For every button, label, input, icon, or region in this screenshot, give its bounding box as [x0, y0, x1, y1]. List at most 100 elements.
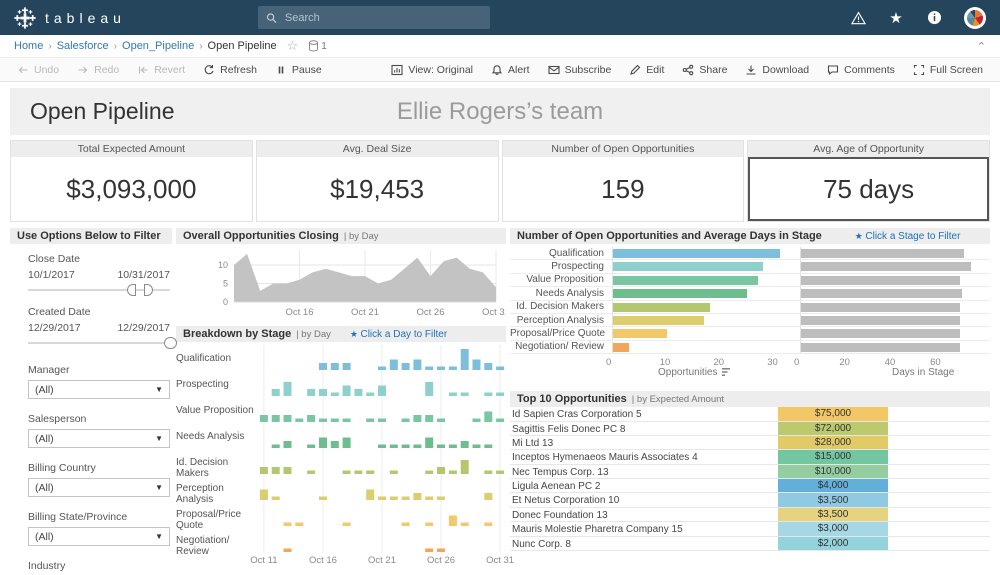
breakdown-bar[interactable]: [343, 386, 351, 397]
toolbar-subscribe-button[interactable]: Subscribe: [541, 61, 619, 79]
breakdown-bar[interactable]: [378, 419, 386, 423]
breakdown-bar[interactable]: [319, 438, 327, 449]
toolbar-edit-button[interactable]: Edit: [622, 61, 671, 79]
kpi-card-avg-age-of-opportunity[interactable]: Avg. Age of Opportunity 75 days: [747, 140, 990, 222]
expected-amount-cell[interactable]: $72,000: [778, 422, 888, 435]
breakdown-bar[interactable]: [461, 460, 469, 474]
top10-row[interactable]: Ligula Aenean PC 2 $4,000: [510, 479, 990, 493]
opportunities-bar[interactable]: [613, 316, 704, 325]
breakdown-bar[interactable]: [402, 419, 410, 423]
alerts-triangle-icon[interactable]: [850, 10, 866, 26]
breakdown-bar[interactable]: [449, 471, 457, 475]
breakdown-bar[interactable]: [461, 349, 469, 370]
breakdown-bar[interactable]: [425, 523, 433, 527]
days-in-stage-bar[interactable]: [801, 329, 960, 338]
breakdown-bar[interactable]: [284, 549, 292, 553]
breakdown-bar[interactable]: [484, 523, 492, 527]
opportunities-bar[interactable]: [613, 303, 710, 312]
kpi-card-number-of-open-opportunities[interactable]: Number of Open Opportunities 159: [502, 140, 745, 222]
breakdown-bar[interactable]: [402, 363, 410, 370]
breakdown-bar[interactable]: [331, 441, 339, 448]
breakdown-bar[interactable]: [366, 393, 374, 397]
breakdown-bar[interactable]: [390, 360, 398, 371]
salesperson-dropdown[interactable]: (All) ▼: [28, 429, 170, 448]
breakdown-bar[interactable]: [307, 389, 315, 396]
breakdown-bar[interactable]: [473, 360, 481, 371]
breakdown-bar[interactable]: [437, 419, 445, 423]
breakdown-bar[interactable]: [390, 445, 398, 449]
breadcrumb-link-salesforce[interactable]: Salesforce: [57, 40, 109, 52]
opportunities-bar[interactable]: [613, 276, 758, 285]
breakdown-bar[interactable]: [343, 438, 351, 449]
breakdown-bar[interactable]: [354, 389, 362, 396]
breakdown-bar[interactable]: [284, 382, 292, 396]
search-box[interactable]: [258, 6, 490, 29]
breakdown-bar[interactable]: [331, 419, 339, 423]
breakdown-bar[interactable]: [402, 445, 410, 449]
breakdown-bar[interactable]: [484, 393, 492, 397]
days-in-stage-bar[interactable]: [801, 276, 960, 285]
breakdown-bar[interactable]: [390, 471, 398, 475]
manager-dropdown[interactable]: (All) ▼: [28, 380, 170, 399]
breakdown-bar[interactable]: [354, 471, 362, 475]
kpi-card-total-expected-amount[interactable]: Total Expected Amount $3,093,000: [10, 140, 253, 222]
breakdown-bar[interactable]: [484, 412, 492, 423]
breakdown-bar[interactable]: [425, 367, 433, 371]
expected-amount-cell[interactable]: $28,000: [778, 436, 888, 449]
breakdown-bar[interactable]: [473, 419, 481, 423]
opportunities-bar[interactable]: [613, 262, 763, 271]
close-date-slider-handle-high[interactable]: [144, 284, 153, 296]
breakdown-bar[interactable]: [484, 363, 492, 370]
breakdown-bar[interactable]: [496, 471, 504, 475]
toolbar-alert-button[interactable]: Alert: [484, 61, 537, 79]
breakdown-bar[interactable]: [260, 490, 268, 501]
days-in-stage-bar[interactable]: [801, 289, 962, 298]
breakdown-bar[interactable]: [307, 415, 315, 422]
top10-row[interactable]: Nec Tempus Corp. 13 $10,000: [510, 465, 990, 479]
breakdown-bar[interactable]: [461, 523, 469, 527]
user-avatar[interactable]: [964, 7, 986, 29]
opportunities-bar[interactable]: [613, 343, 629, 352]
kpi-card-avg-deal-size[interactable]: Avg. Deal Size $19,453: [256, 140, 499, 222]
close-date-slider[interactable]: [28, 283, 170, 297]
breakdown-bar[interactable]: [307, 471, 315, 475]
breakdown-bar[interactable]: [272, 389, 280, 396]
breakdown-bar[interactable]: [484, 493, 492, 500]
top10-row[interactable]: Donec Foundation 13 $3,500: [510, 508, 990, 522]
days-in-stage-bar[interactable]: [801, 343, 960, 352]
favorites-star-icon[interactable]: ★: [888, 10, 904, 26]
toolbar-pause-button[interactable]: Pause: [268, 61, 329, 79]
breakdown-bar[interactable]: [272, 415, 280, 422]
breakdown-bar[interactable]: [319, 419, 327, 423]
expected-amount-cell[interactable]: $3,000: [778, 522, 888, 535]
overall-closing-area-chart[interactable]: 10 5 0 Oct 16Oct 21Oct 26Oct 31: [176, 244, 506, 322]
breakdown-bar[interactable]: [425, 471, 433, 475]
datasource-count[interactable]: 1: [308, 40, 327, 52]
breakdown-bar[interactable]: [437, 497, 445, 501]
breakdown-bar[interactable]: [319, 363, 327, 370]
breakdown-bar[interactable]: [272, 497, 280, 501]
click-stage-filter-link[interactable]: Click a Stage to Filter: [855, 231, 961, 242]
breakdown-bar[interactable]: [295, 523, 303, 527]
breakdown-bar[interactable]: [260, 467, 268, 474]
days-in-stage-bar[interactable]: [801, 303, 960, 312]
breakdown-bar[interactable]: [437, 367, 445, 371]
info-icon[interactable]: [926, 10, 942, 26]
breakdown-bar[interactable]: [473, 445, 481, 449]
expected-amount-cell[interactable]: $15,000: [778, 450, 888, 463]
top10-row[interactable]: Mi Ltd 13 $28,000: [510, 436, 990, 450]
breadcrumb-link-home[interactable]: Home: [14, 40, 43, 52]
toolbar-download-button[interactable]: Download: [738, 61, 816, 79]
breakdown-bar[interactable]: [437, 445, 445, 449]
close-date-slider-handle-low[interactable]: [127, 284, 136, 296]
days-in-stage-bar[interactable]: [801, 262, 971, 271]
breakdown-bar[interactable]: [331, 363, 339, 370]
favorite-star-icon[interactable]: ☆: [287, 38, 299, 54]
breakdown-bar[interactable]: [307, 445, 315, 449]
breakdown-bar[interactable]: [496, 367, 504, 371]
top10-row[interactable]: Sagittis Felis Donec PC 8 $72,000: [510, 422, 990, 436]
breakdown-bar[interactable]: [413, 445, 421, 449]
tableau-logo[interactable]: tableau: [14, 7, 126, 29]
breakdown-bar[interactable]: [402, 523, 410, 527]
toolbar-share-button[interactable]: Share: [675, 61, 734, 79]
